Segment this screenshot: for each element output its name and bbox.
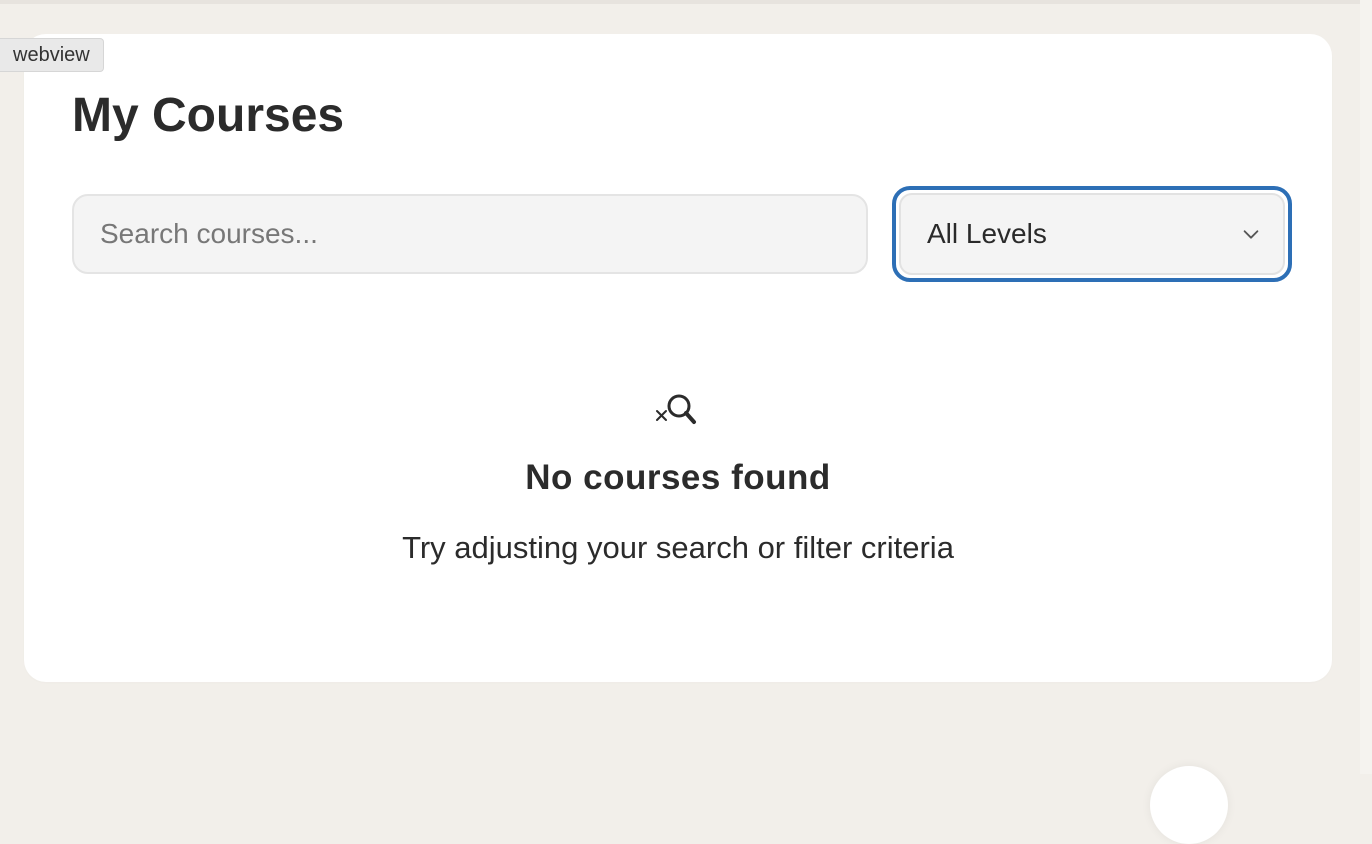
page-title: My Courses [72,89,345,142]
search-x-icon [654,388,698,432]
chevron-down-icon[interactable] [1239,222,1263,246]
top-divider [0,0,1360,4]
selected-level: All Levels [927,218,1047,249]
empty-state-title: No courses found [525,458,831,497]
level-select-control[interactable]: All Levels [899,193,1285,275]
floating-action-button[interactable] [1150,766,1228,844]
right-edge [1360,0,1372,774]
search-input[interactable] [98,217,842,251]
search-box[interactable] [72,194,868,274]
empty-state: No courses found Try adjusting your sear… [24,380,1332,580]
webview-badge: webview [0,38,104,72]
empty-state-subtitle: Try adjusting your search or filter crit… [402,530,954,565]
level-filter-select[interactable]: All Levels [892,186,1292,282]
